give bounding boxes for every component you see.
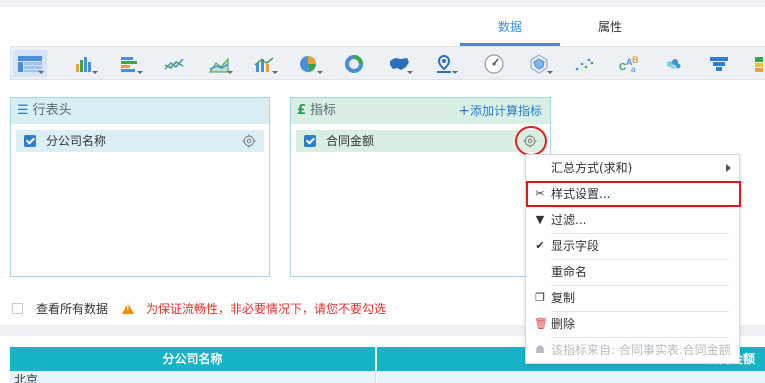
field-context-menu: 汇总方式(求和) ✂ 样式设置... ▼ 过滤... ✔ 显示字段 重命名 ❐ … (525, 154, 741, 364)
add-calculated-metric-button[interactable]: +添加计算指标 (458, 98, 542, 124)
tools-icon: ✂ (535, 187, 545, 200)
table-cell: 北京 (10, 371, 376, 383)
menu-item-filter[interactable]: ▼ 过滤... (526, 207, 741, 233)
pound-icon: £ (297, 103, 307, 118)
chart-type-toolbar: CABa (10, 46, 765, 80)
svg-text:a: a (631, 65, 636, 74)
menu-item-aggregation[interactable]: 汇总方式(求和) (526, 155, 741, 181)
list-icon: ☰ (17, 103, 29, 118)
tab-data[interactable]: 数据 (460, 8, 560, 46)
combo-chart-icon[interactable] (247, 50, 281, 77)
point-map-icon[interactable] (427, 50, 461, 77)
china-map-icon[interactable] (382, 50, 416, 77)
metric-field-item[interactable]: 合同金额 (296, 130, 545, 152)
view-all-label: 查看所有数据 (36, 302, 109, 316)
copy-icon: ❐ (535, 291, 545, 304)
row-header-title: 行表头 (32, 103, 72, 118)
check-icon: ✔ (535, 239, 545, 252)
donut-chart-icon[interactable] (337, 50, 371, 77)
checkbox-checked-icon[interactable] (304, 135, 316, 147)
metric-title: 指标 (310, 103, 337, 118)
column-chart-icon[interactable] (67, 50, 101, 77)
scatter-chart-icon[interactable] (567, 50, 601, 77)
view-all-checkbox[interactable] (12, 303, 23, 314)
word-cloud-icon[interactable]: CABa (612, 50, 646, 77)
menu-item-style-settings[interactable]: ✂ 样式设置... (526, 181, 741, 207)
filter-icon: ▼ (535, 213, 545, 226)
tab-bar: 数据 属性 (0, 8, 765, 46)
table-cell (377, 371, 765, 383)
plus-icon: + (458, 103, 470, 119)
checkbox-checked-icon[interactable] (24, 135, 36, 147)
svg-text:B: B (632, 55, 639, 65)
table-header-branch[interactable]: 分公司名称 (10, 347, 376, 371)
view-all-data-row: 查看所有数据 为保证流畅性，非必要情况下，请您不要勾选 (12, 300, 386, 317)
table-icon[interactable] (13, 50, 47, 77)
delete-icon: 🗑 (534, 317, 548, 330)
lock-icon: ☗ (535, 343, 545, 356)
bar-chart-icon[interactable] (112, 50, 146, 77)
row-field-label: 分公司名称 (46, 134, 107, 148)
area-chart-icon[interactable] (202, 50, 236, 77)
bubble-icon[interactable] (657, 50, 691, 77)
menu-item-copy[interactable]: ❐ 复制 (526, 285, 741, 311)
menu-item-delete[interactable]: 🗑 删除 (526, 311, 741, 337)
menu-item-source-info: ☗ 该指标来自: 合同事实表.合同金额 (526, 337, 741, 363)
radar-chart-icon[interactable] (522, 50, 556, 77)
warning-icon (122, 303, 135, 314)
menu-item-show-field[interactable]: ✔ 显示字段 (526, 233, 741, 259)
funnel-icon[interactable] (702, 50, 736, 77)
menu-item-rename[interactable]: 重命名 (526, 259, 741, 285)
metric-field-label: 合同金额 (326, 134, 375, 148)
dashboard-gauge-icon[interactable] (477, 50, 511, 77)
submenu-arrow-icon (726, 164, 731, 172)
gear-highlight-circle (515, 126, 547, 156)
metric-panel: £ 指标 +添加计算指标 合同金额 (290, 97, 551, 277)
top-strip (0, 0, 765, 7)
row-field-item[interactable]: 分公司名称 (16, 130, 264, 152)
tab-properties[interactable]: 属性 (560, 8, 660, 46)
warning-text: 为保证流畅性，非必要情况下，请您不要勾选 (146, 302, 387, 316)
line-chart-icon[interactable] (157, 50, 191, 77)
gear-icon[interactable] (242, 134, 256, 148)
pie-chart-icon[interactable] (292, 50, 326, 77)
rectangle-tree-icon[interactable] (746, 50, 765, 77)
row-header-panel: ☰ 行表头 分公司名称 (10, 97, 270, 277)
